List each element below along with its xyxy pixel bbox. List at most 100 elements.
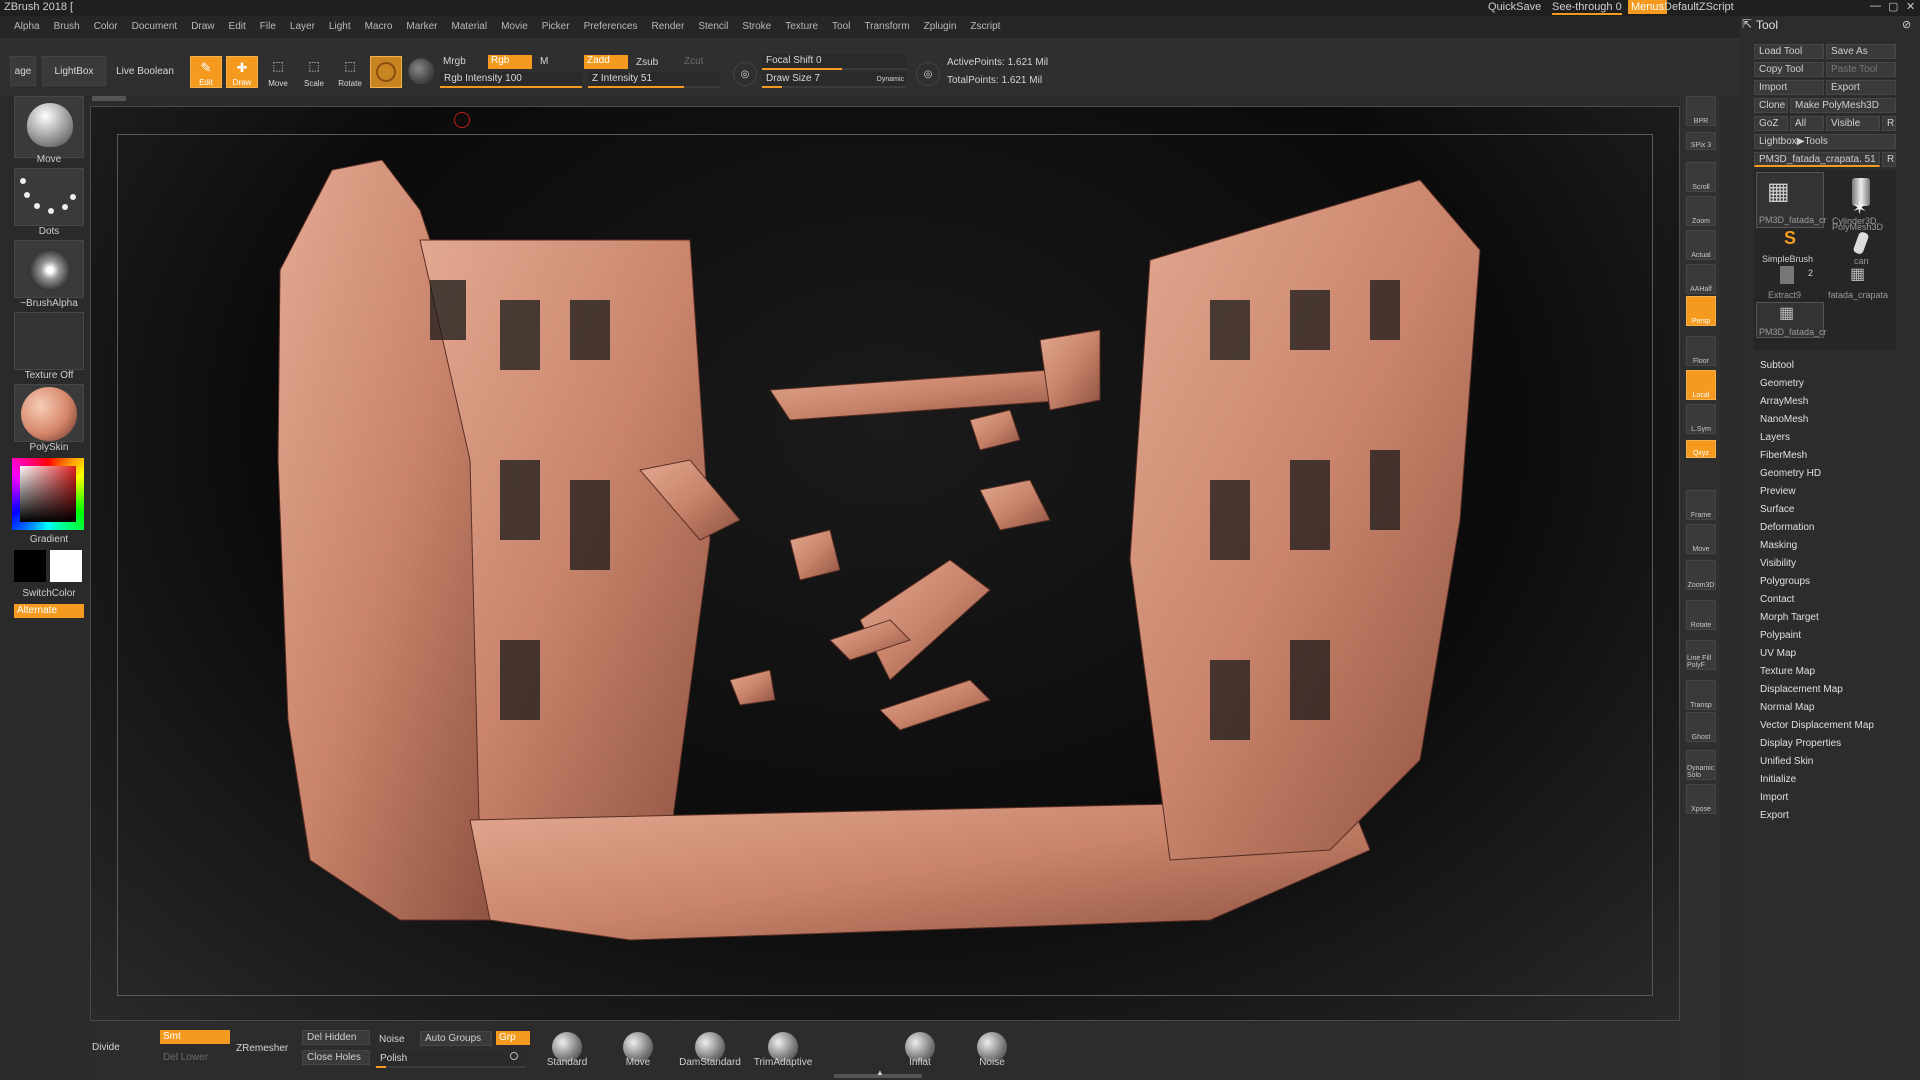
scale-button[interactable]: ⬚ Scale (298, 56, 330, 88)
texture-thumbnail[interactable] (14, 312, 84, 370)
auto-groups-button[interactable]: Auto Groups (420, 1031, 492, 1046)
current-tool-slider[interactable]: PM3D_fatada_crapata. 51 (1754, 152, 1880, 167)
subpalette-vector-displacement-map[interactable]: Vector Displacement Map (1760, 720, 1874, 731)
stroke-thumbnail[interactable] (14, 168, 84, 226)
view-button-qxyz[interactable]: Qxyz (1686, 440, 1716, 458)
view-button-actual[interactable]: Actual (1686, 230, 1716, 260)
subpalette-fibermesh[interactable]: FiberMesh (1760, 450, 1807, 461)
view-button-aahalf[interactable]: AAHalf (1686, 264, 1716, 294)
texture-sphere-button[interactable] (408, 58, 434, 84)
view-button-scroll[interactable]: Scroll (1686, 162, 1716, 192)
m-button[interactable]: M (540, 56, 548, 67)
subpalette-polypaint[interactable]: Polypaint (1760, 630, 1801, 641)
polish-toggle-icon[interactable] (510, 1052, 518, 1060)
secondary-color-swatch[interactable] (14, 550, 46, 582)
alpha-thumbnail[interactable] (14, 240, 84, 298)
zcut-button[interactable]: Zcut (684, 56, 703, 67)
bottom-expand-icon[interactable]: ▲ (876, 1068, 884, 1077)
subpalette-arraymesh[interactable]: ArrayMesh (1760, 396, 1808, 407)
tool-thumb-5[interactable]: can (1826, 230, 1894, 266)
goz-r-button[interactable]: R (1882, 116, 1896, 131)
material-thumbnail[interactable] (14, 384, 84, 442)
quicksave-button[interactable]: QuickSave (1488, 1, 1541, 13)
subpalette-unified-skin[interactable]: Unified Skin (1760, 756, 1813, 767)
gradient-label[interactable]: Gradient (14, 534, 84, 545)
subpalette-uv-map[interactable]: UV Map (1760, 648, 1796, 659)
view-button-xpose[interactable]: Xpose (1686, 784, 1716, 814)
tool-thumb-4[interactable]: 2 Extract9 (1756, 266, 1824, 300)
tool-palette-header[interactable]: Tool (1756, 18, 1778, 32)
subpalette-normal-map[interactable]: Normal Map (1760, 702, 1814, 713)
age-button[interactable]: age (10, 56, 36, 86)
divide-button[interactable]: Divide (92, 1042, 120, 1053)
tool-thumb-2[interactable]: S SimpleBrush (1756, 228, 1824, 264)
tool-thumb-3[interactable]: ✶ PolyMesh3D (1826, 198, 1894, 232)
view-button-line-fill-polyf[interactable]: Line Fill PolyF (1686, 640, 1716, 670)
goz-button[interactable]: GoZ (1754, 116, 1788, 131)
default-zscript-button[interactable]: DefaultZScript (1664, 1, 1734, 13)
subpalette-displacement-map[interactable]: Displacement Map (1760, 684, 1843, 695)
del-hidden-button[interactable]: Del Hidden (302, 1030, 370, 1045)
view-button-persp[interactable]: Persp (1686, 296, 1716, 326)
subpalette-geometry[interactable]: Geometry (1760, 378, 1804, 389)
menu-brush[interactable]: Brush (54, 16, 80, 38)
menu-material[interactable]: Material (452, 16, 488, 38)
noise-button[interactable]: Noise (379, 1034, 405, 1045)
paste-tool-button[interactable]: Paste Tool (1826, 62, 1896, 77)
dynamic-button[interactable]: Dynamic (877, 73, 904, 87)
subpalette-masking[interactable]: Masking (1760, 540, 1797, 551)
zsub-button[interactable]: Zsub (636, 57, 658, 68)
polish-slider[interactable]: Polish (376, 1052, 526, 1068)
menu-render[interactable]: Render (652, 16, 685, 38)
menu-stroke[interactable]: Stroke (742, 16, 771, 38)
subpalette-initialize[interactable]: Initialize (1760, 774, 1796, 785)
draw-size-icon[interactable]: ◎ (916, 62, 940, 86)
draw-size-slider[interactable]: Draw Size 7 Dynamic (762, 72, 906, 88)
subpalette-subtool[interactable]: Subtool (1760, 360, 1794, 371)
load-tool-button[interactable]: Load Tool (1754, 44, 1824, 59)
view-button-dynamic-solo[interactable]: Dynamic Solo (1686, 750, 1716, 780)
menu-texture[interactable]: Texture (785, 16, 818, 38)
clone-button[interactable]: Clone (1754, 98, 1788, 113)
view-button-zoom3d[interactable]: Zoom3D (1686, 560, 1716, 590)
focal-icon[interactable]: ◎ (733, 62, 757, 86)
menu-alpha[interactable]: Alpha (14, 16, 40, 38)
subpalette-geometry-hd[interactable]: Geometry HD (1760, 468, 1821, 479)
menu-color[interactable]: Color (94, 16, 118, 38)
live-boolean-button[interactable]: Live Boolean (112, 56, 178, 86)
see-through-slider[interactable]: See-through 0 (1552, 1, 1622, 15)
lightbox-tools-button[interactable]: Lightbox▶Tools (1754, 134, 1896, 149)
zadd-button[interactable]: Zadd (584, 55, 628, 69)
z-intensity-slider[interactable]: Z Intensity 51 (588, 72, 720, 88)
brush-thumbnail[interactable] (14, 96, 84, 158)
menu-picker[interactable]: Picker (542, 16, 570, 38)
menu-tool[interactable]: Tool (832, 16, 850, 38)
alternate-button[interactable]: Alternate (14, 604, 84, 618)
current-tool-r-button[interactable]: R (1882, 152, 1896, 167)
menu-zplugin[interactable]: Zplugin (924, 16, 957, 38)
grp-button[interactable]: Grp (496, 1031, 530, 1045)
menu-layer[interactable]: Layer (290, 16, 315, 38)
subpalette-deformation[interactable]: Deformation (1760, 522, 1814, 533)
subpalette-surface[interactable]: Surface (1760, 504, 1794, 515)
del-lower-button[interactable]: Del Lower (163, 1052, 208, 1063)
subpalette-contact[interactable]: Contact (1760, 594, 1794, 605)
subpalette-nanomesh[interactable]: NanoMesh (1760, 414, 1808, 425)
subpalette-export[interactable]: Export (1760, 810, 1789, 821)
subpalette-display-properties[interactable]: Display Properties (1760, 738, 1841, 749)
menu-zscript[interactable]: Zscript (970, 16, 1000, 38)
smt-button[interactable]: Smt (160, 1030, 230, 1044)
subpalette-preview[interactable]: Preview (1760, 486, 1796, 497)
save-as-button[interactable]: Save As (1826, 44, 1896, 59)
goz-visible-button[interactable]: Visible (1826, 116, 1880, 131)
color-square[interactable] (20, 466, 76, 522)
material-sphere-button[interactable] (370, 56, 402, 88)
edit-button[interactable]: ✎ Edit (190, 56, 222, 88)
tool-palette-dock-icon[interactable]: ⊘ (1902, 18, 1911, 31)
subpalette-morph-target[interactable]: Morph Target (1760, 612, 1819, 623)
menu-marker[interactable]: Marker (406, 16, 437, 38)
goz-all-button[interactable]: All (1790, 116, 1824, 131)
rgb-intensity-slider[interactable]: Rgb Intensity 100 (440, 72, 582, 88)
menu-movie[interactable]: Movie (501, 16, 528, 38)
subpalette-visibility[interactable]: Visibility (1760, 558, 1796, 569)
